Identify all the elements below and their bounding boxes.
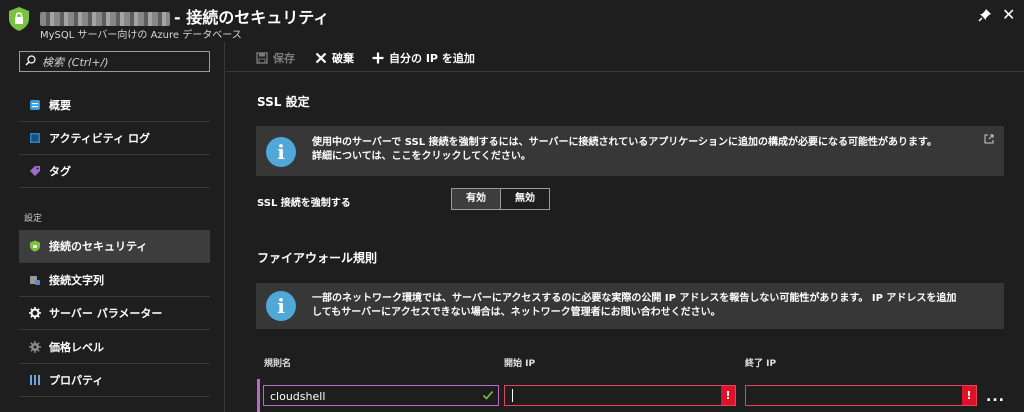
shield-lock-icon [9,7,29,31]
title-bar: - 接続のセキュリティ MySQL サーバー向けの Azure データベース ✕ [0,0,1024,42]
enforce-ssl-enabled-option[interactable]: 有効 [452,189,501,209]
firewall-info-text: 一部のネットワーク環境では、サーバーにアクセスするのに必要な実際の公開 IP ア… [312,292,956,320]
ssl-info-text: 使用中のサーバーで SSL 接続を強制するには、サーバーに接続されているアプリケ… [312,136,937,164]
server-name-redacted [40,11,170,26]
column-header-end-ip: 終了 IP [745,359,777,369]
toolbar: 保存 破棄 自分の IP を追加 [226,42,1024,72]
ssl-info-line1: 使用中のサーバーで SSL 接続を強制するには、サーバーに接続されているアプリケ… [312,137,937,148]
ssl-info-line2: 詳細については、ここをクリックしてください。 [312,151,531,162]
row-more-options-button[interactable]: ... [986,389,1005,405]
sidebar-item-label: 価格レベル [49,341,104,354]
sidebar-item-label: タグ [49,165,71,178]
info-icon: i [266,137,296,167]
column-header-rule-name: 規則名 [264,359,292,369]
pin-icon[interactable] [978,8,992,22]
sidebar-item-label: 接続文字列 [49,274,104,287]
sidebar-item-label: プロパティ [49,374,104,387]
main-panel: 保存 破棄 自分の IP を追加 SSL 設定 i 使用中のサーバーで SSL … [226,42,1024,412]
sidebar-item-label: サーバー パラメーター [49,307,163,320]
discard-button-label: 破棄 [332,52,354,65]
sidebar-item-connection-security[interactable]: 接続のセキュリティ [19,230,210,263]
save-icon [256,52,268,64]
firewall-rules-heading: ファイアウォール規則 [257,251,378,265]
column-header-start-ip: 開始 IP [504,359,536,369]
shield-icon [30,240,40,252]
end-ip-input[interactable] [752,388,942,404]
sidebar-item-tags[interactable]: タグ [19,155,210,188]
ssl-settings-heading: SSL 設定 [257,95,310,109]
firewall-info-line2: してもサーバーにアクセスできない場合は、ネットワーク管理者にお問い合わせください… [312,307,721,318]
search-icon [25,55,36,66]
enforce-ssl-label: SSL 接続を強制する [257,198,351,209]
add-client-ip-button[interactable]: 自分の IP を追加 [372,50,475,66]
sidebar-item-connection-strings[interactable]: 接続文字列 [19,264,210,297]
close-icon[interactable]: ✕ [1002,5,1015,24]
pricing-icon [29,341,41,353]
start-ip-input[interactable] [511,388,701,404]
start-ip-field[interactable]: ! [504,385,736,406]
discard-icon [315,52,327,64]
sidebar-item-label: アクティビティ ログ [49,132,150,145]
page-title-text: - 接続のセキュリティ [174,8,330,27]
sidebar-item-server-parameters[interactable]: サーバー パラメーター [19,297,210,330]
sidebar-item-overview[interactable]: 概要 [19,89,210,122]
external-link-icon[interactable] [984,134,994,144]
ssl-info-panel[interactable]: i 使用中のサーバーで SSL 接続を強制するには、サーバーに接続されているアプ… [256,126,1004,176]
connection-string-icon [30,276,40,285]
gear-icon [29,307,41,319]
page-subtitle: MySQL サーバー向けの Azure データベース [40,30,242,41]
sidebar: 概要 アクティビティ ログ タグ 設定 接続のセキュリティ 接続文字列 [0,42,225,412]
info-icon: i [266,291,296,321]
error-icon: ! [962,386,976,405]
sidebar-section-settings: 設定 [24,214,43,224]
save-button[interactable]: 保存 [256,50,295,66]
discard-button[interactable]: 破棄 [315,50,354,66]
sidebar-item-activity-log[interactable]: アクティビティ ログ [19,122,210,155]
checkmark-icon [482,390,494,400]
activity-log-icon [30,133,40,143]
row-selection-indicator [257,379,260,412]
end-ip-field[interactable]: ! [745,385,977,406]
search-box[interactable] [19,51,210,72]
properties-icon [30,375,40,385]
sidebar-item-properties[interactable]: プロパティ [19,364,210,397]
add-client-ip-label: 自分の IP を追加 [389,52,475,65]
page-title: - 接続のセキュリティ [40,4,329,28]
plus-icon [372,52,384,64]
save-button-label: 保存 [273,52,295,65]
firewall-info-panel: i 一部のネットワーク環境では、サーバーにアクセスするのに必要な実際の公開 IP… [256,283,1004,329]
sidebar-item-label: 接続のセキュリティ [49,240,148,253]
rule-name-input[interactable] [270,388,470,404]
sidebar-item-label: 概要 [49,99,71,112]
enforce-ssl-disabled-option[interactable]: 無効 [501,189,549,209]
enforce-ssl-toggle[interactable]: 有効 無効 [451,188,550,210]
rule-name-field[interactable] [263,385,499,406]
error-icon: ! [721,386,735,405]
overview-icon [30,100,40,110]
tag-icon [30,166,40,176]
search-input[interactable] [42,54,202,70]
sidebar-item-pricing-tier[interactable]: 価格レベル [19,331,210,364]
firewall-info-line1: 一部のネットワーク環境では、サーバーにアクセスするのに必要な実際の公開 IP ア… [312,293,957,304]
